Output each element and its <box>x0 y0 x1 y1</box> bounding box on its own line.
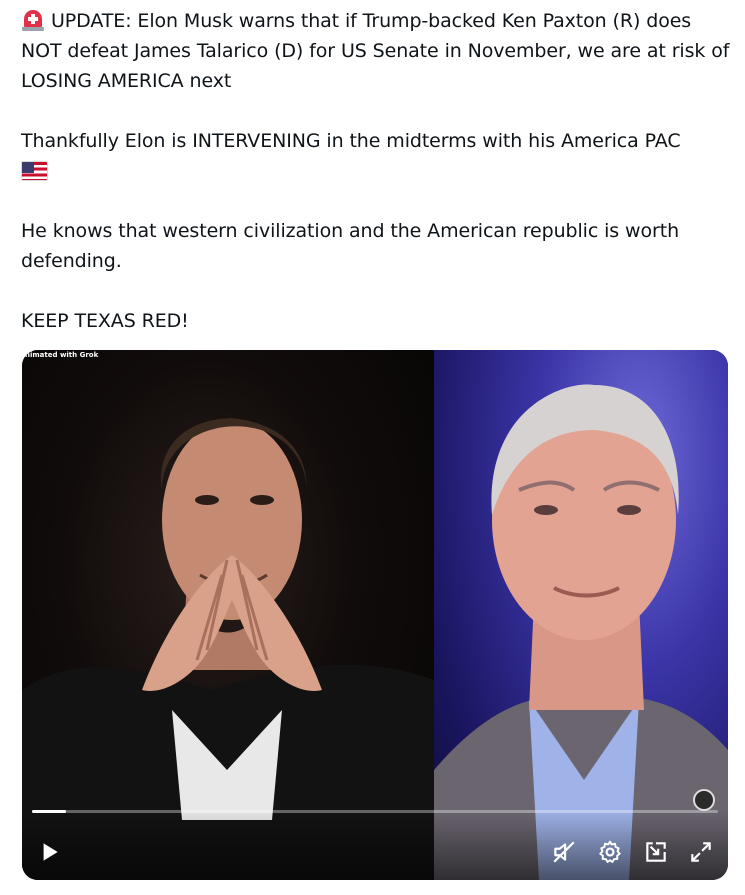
video-progress-bar[interactable] <box>32 810 718 813</box>
paragraph-civilization: He knows that western civilization and t… <box>21 216 733 276</box>
fullscreen-button[interactable] <box>684 835 718 869</box>
paragraph-keep-texas-red: KEEP TEXAS RED! <box>21 306 733 336</box>
expand-icon <box>691 842 711 862</box>
video-player[interactable]: nimated with Grok <box>22 350 728 880</box>
paragraph-update: UPDATE: Elon Musk warns that if Trump-ba… <box>21 6 733 96</box>
gear-icon <box>599 840 621 863</box>
paragraph-intervening: Thankfully Elon is INTERVENING in the mi… <box>21 126 733 186</box>
rotating-light-emoji-icon <box>21 9 45 31</box>
right-portrait <box>434 384 728 880</box>
play-icon <box>43 843 58 861</box>
play-button[interactable] <box>32 835 66 869</box>
settings-button[interactable] <box>593 835 627 869</box>
left-portrait <box>22 418 434 880</box>
picture-in-picture-button[interactable] <box>639 835 673 869</box>
video-progress-fill <box>32 810 67 813</box>
tweet-text: UPDATE: Elon Musk warns that if Trump-ba… <box>21 6 733 336</box>
mute-button[interactable] <box>547 835 581 869</box>
picture-in-picture-icon <box>646 842 666 862</box>
grok-badge: nimated with Grok <box>25 351 99 359</box>
civilization-text: He knows that western civilization and t… <box>21 220 680 272</box>
us-flag-emoji-icon <box>21 161 48 181</box>
keep-texas-red-text: KEEP TEXAS RED! <box>21 310 189 332</box>
video-left-panel: nimated with Grok <box>22 350 434 880</box>
muted-speaker-icon <box>553 841 575 863</box>
intervening-text: Thankfully Elon is INTERVENING in the mi… <box>21 130 681 152</box>
update-text: UPDATE: Elon Musk warns that if Trump-ba… <box>21 10 730 92</box>
video-right-panel <box>434 350 728 880</box>
